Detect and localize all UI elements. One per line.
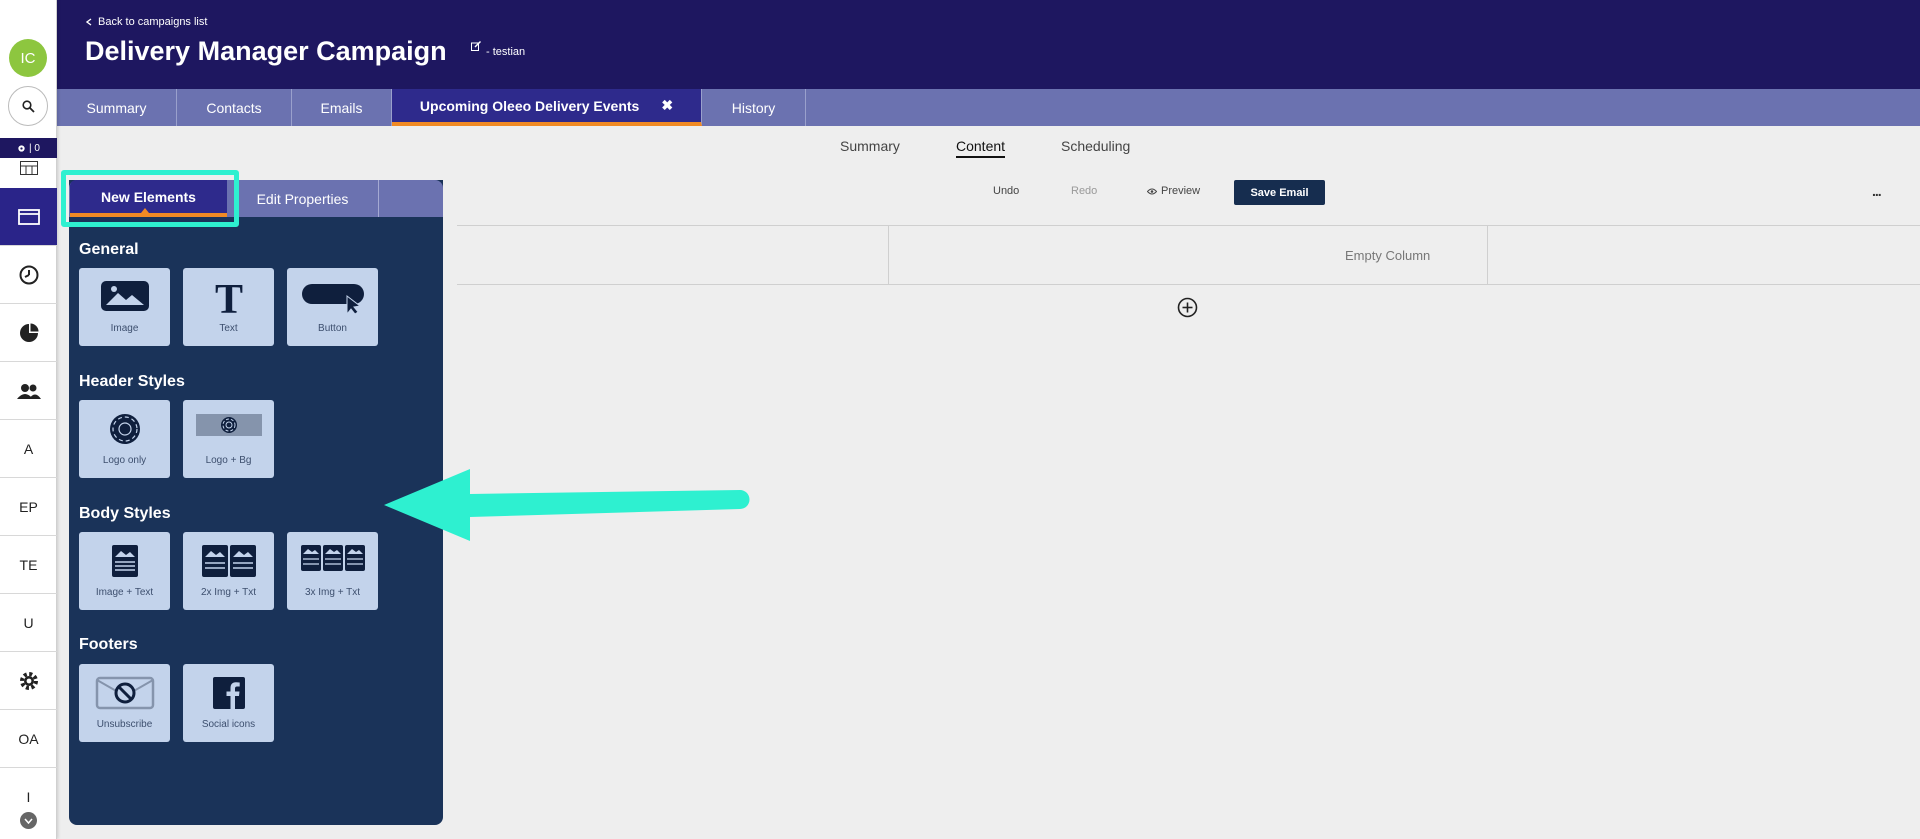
- column-divider: [1487, 226, 1488, 284]
- tab-label: Upcoming Oleeo Delivery Events: [419, 97, 640, 114]
- subnav-content[interactable]: Content: [956, 138, 1006, 158]
- envelope-icon: [17, 208, 40, 225]
- rail-item-users[interactable]: [0, 362, 57, 420]
- tile-3x-img-txt[interactable]: 3x Img + Txt: [287, 532, 378, 610]
- preview-label: Preview: [1161, 185, 1201, 197]
- tab-label: Summary: [86, 99, 147, 116]
- rail-scroll-button[interactable]: [20, 812, 37, 829]
- tab-label: History: [731, 99, 776, 116]
- rail-item-ep[interactable]: EP: [0, 478, 57, 536]
- tile-social-icons[interactable]: Social icons: [183, 664, 274, 742]
- users-icon: [16, 383, 41, 399]
- tab-edit-properties[interactable]: Edit Properties: [227, 180, 379, 217]
- search-icon: [21, 99, 35, 113]
- tile-image[interactable]: Image: [79, 268, 170, 346]
- tile-label: 3x Img + Txt: [304, 587, 361, 598]
- rail-item-te[interactable]: TE: [0, 536, 57, 594]
- tab-upcoming-events[interactable]: Upcoming Oleeo Delivery Events ✖: [392, 89, 702, 126]
- rail-item-settings[interactable]: [0, 652, 57, 710]
- image-text-icon: [79, 544, 170, 578]
- empty-column-label[interactable]: Empty Column: [1345, 248, 1430, 263]
- tab-label: Contacts: [206, 99, 262, 116]
- redo-button[interactable]: Redo: [1071, 185, 1097, 197]
- subnav-scheduling[interactable]: Scheduling: [1061, 138, 1130, 154]
- tab-history[interactable]: History: [702, 89, 806, 126]
- image-icon: [79, 280, 170, 312]
- pie-chart-icon: [19, 323, 38, 342]
- highlight-box: [61, 170, 239, 227]
- button-element-icon: [287, 280, 378, 314]
- section-title-header-styles: Header Styles: [79, 373, 185, 390]
- facebook-icon: [183, 676, 274, 710]
- three-columns-icon: [287, 544, 378, 572]
- clock-icon: [19, 265, 38, 284]
- tile-text[interactable]: T Text: [183, 268, 274, 346]
- tile-label: 2x Img + Txt: [200, 587, 257, 598]
- rail-item-calendar[interactable]: [0, 158, 57, 178]
- campaign-tabs: Summary Contacts Emails Upcoming Oleeo D…: [57, 89, 1920, 126]
- unsubscribe-icon: [79, 676, 170, 710]
- tab-summary[interactable]: Summary: [57, 89, 177, 126]
- tile-label: Button: [318, 323, 347, 334]
- text-icon: T: [183, 280, 274, 316]
- tile-label: Social icons: [201, 719, 256, 730]
- tile-button[interactable]: Button: [287, 268, 378, 346]
- back-link-label: Back to campaigns list: [98, 16, 208, 28]
- tile-image-text[interactable]: Image + Text: [79, 532, 170, 610]
- tab-contacts[interactable]: Contacts: [177, 89, 292, 126]
- tile-label: Logo only: [102, 455, 147, 466]
- rail-item-emails[interactable]: [0, 188, 57, 246]
- tile-label: Image: [110, 323, 139, 334]
- tile-label: Logo + Bg: [205, 455, 252, 466]
- active-tab-caret-icon: [141, 208, 149, 213]
- page-header: Back to campaigns list Delivery Manager …: [57, 0, 1920, 89]
- preview-button[interactable]: Preview: [1147, 185, 1200, 197]
- column-divider: [888, 226, 889, 284]
- chevron-left-icon: [86, 18, 92, 26]
- subnav-summary[interactable]: Summary: [840, 138, 900, 154]
- close-icon[interactable]: ✖: [661, 97, 673, 114]
- eye-icon: [1147, 188, 1157, 194]
- search-button[interactable]: [8, 86, 48, 126]
- save-email-button[interactable]: Save Email: [1234, 180, 1325, 205]
- logo-background-icon: [183, 412, 274, 438]
- badge-count: | 0: [29, 142, 40, 154]
- tile-logo-bg[interactable]: Logo + Bg: [183, 400, 274, 478]
- page-title: Delivery Manager Campaign: [85, 36, 447, 66]
- more-options-button[interactable]: ...: [1872, 183, 1882, 199]
- rail-item-reports[interactable]: [0, 304, 57, 362]
- page-subtitle: - testian: [486, 46, 526, 58]
- svg-text:T: T: [214, 280, 242, 316]
- aperture-logo-icon: [79, 412, 170, 446]
- tile-logo-only[interactable]: Logo only: [79, 400, 170, 478]
- left-rail: IC | 0 A EP TE U OA I: [0, 0, 57, 839]
- tile-unsubscribe[interactable]: Unsubscribe: [79, 664, 170, 742]
- two-columns-icon: [183, 544, 274, 578]
- back-link[interactable]: Back to campaigns list: [86, 16, 207, 28]
- rail-item-oa[interactable]: OA: [0, 710, 57, 768]
- add-row-icon[interactable]: [1177, 297, 1198, 318]
- calendar-icon: [19, 161, 38, 175]
- gear-icon: [18, 144, 25, 152]
- rail-item-a[interactable]: A: [0, 420, 57, 478]
- tab-emails[interactable]: Emails: [292, 89, 392, 126]
- section-title-footers: Footers: [79, 636, 138, 653]
- notification-badge[interactable]: | 0: [0, 138, 57, 158]
- rail-item-u[interactable]: U: [0, 594, 57, 652]
- undo-button[interactable]: Undo: [993, 185, 1019, 197]
- gear-icon: [19, 671, 38, 690]
- rail-item-history[interactable]: [0, 246, 57, 304]
- edit-icon[interactable]: [471, 41, 481, 51]
- tile-label: Unsubscribe: [96, 719, 153, 730]
- section-title-general: General: [79, 241, 139, 258]
- tile-label: Text: [219, 323, 238, 334]
- avatar[interactable]: IC: [9, 39, 47, 77]
- email-row[interactable]: Empty Column: [457, 225, 1920, 285]
- tile-label: Image + Text: [95, 587, 154, 598]
- tutorial-arrow-icon: [384, 469, 750, 541]
- section-title-body-styles: Body Styles: [79, 505, 171, 522]
- tile-2x-img-txt[interactable]: 2x Img + Txt: [183, 532, 274, 610]
- tab-label: Emails: [320, 99, 363, 116]
- chevron-down-icon: [24, 818, 33, 824]
